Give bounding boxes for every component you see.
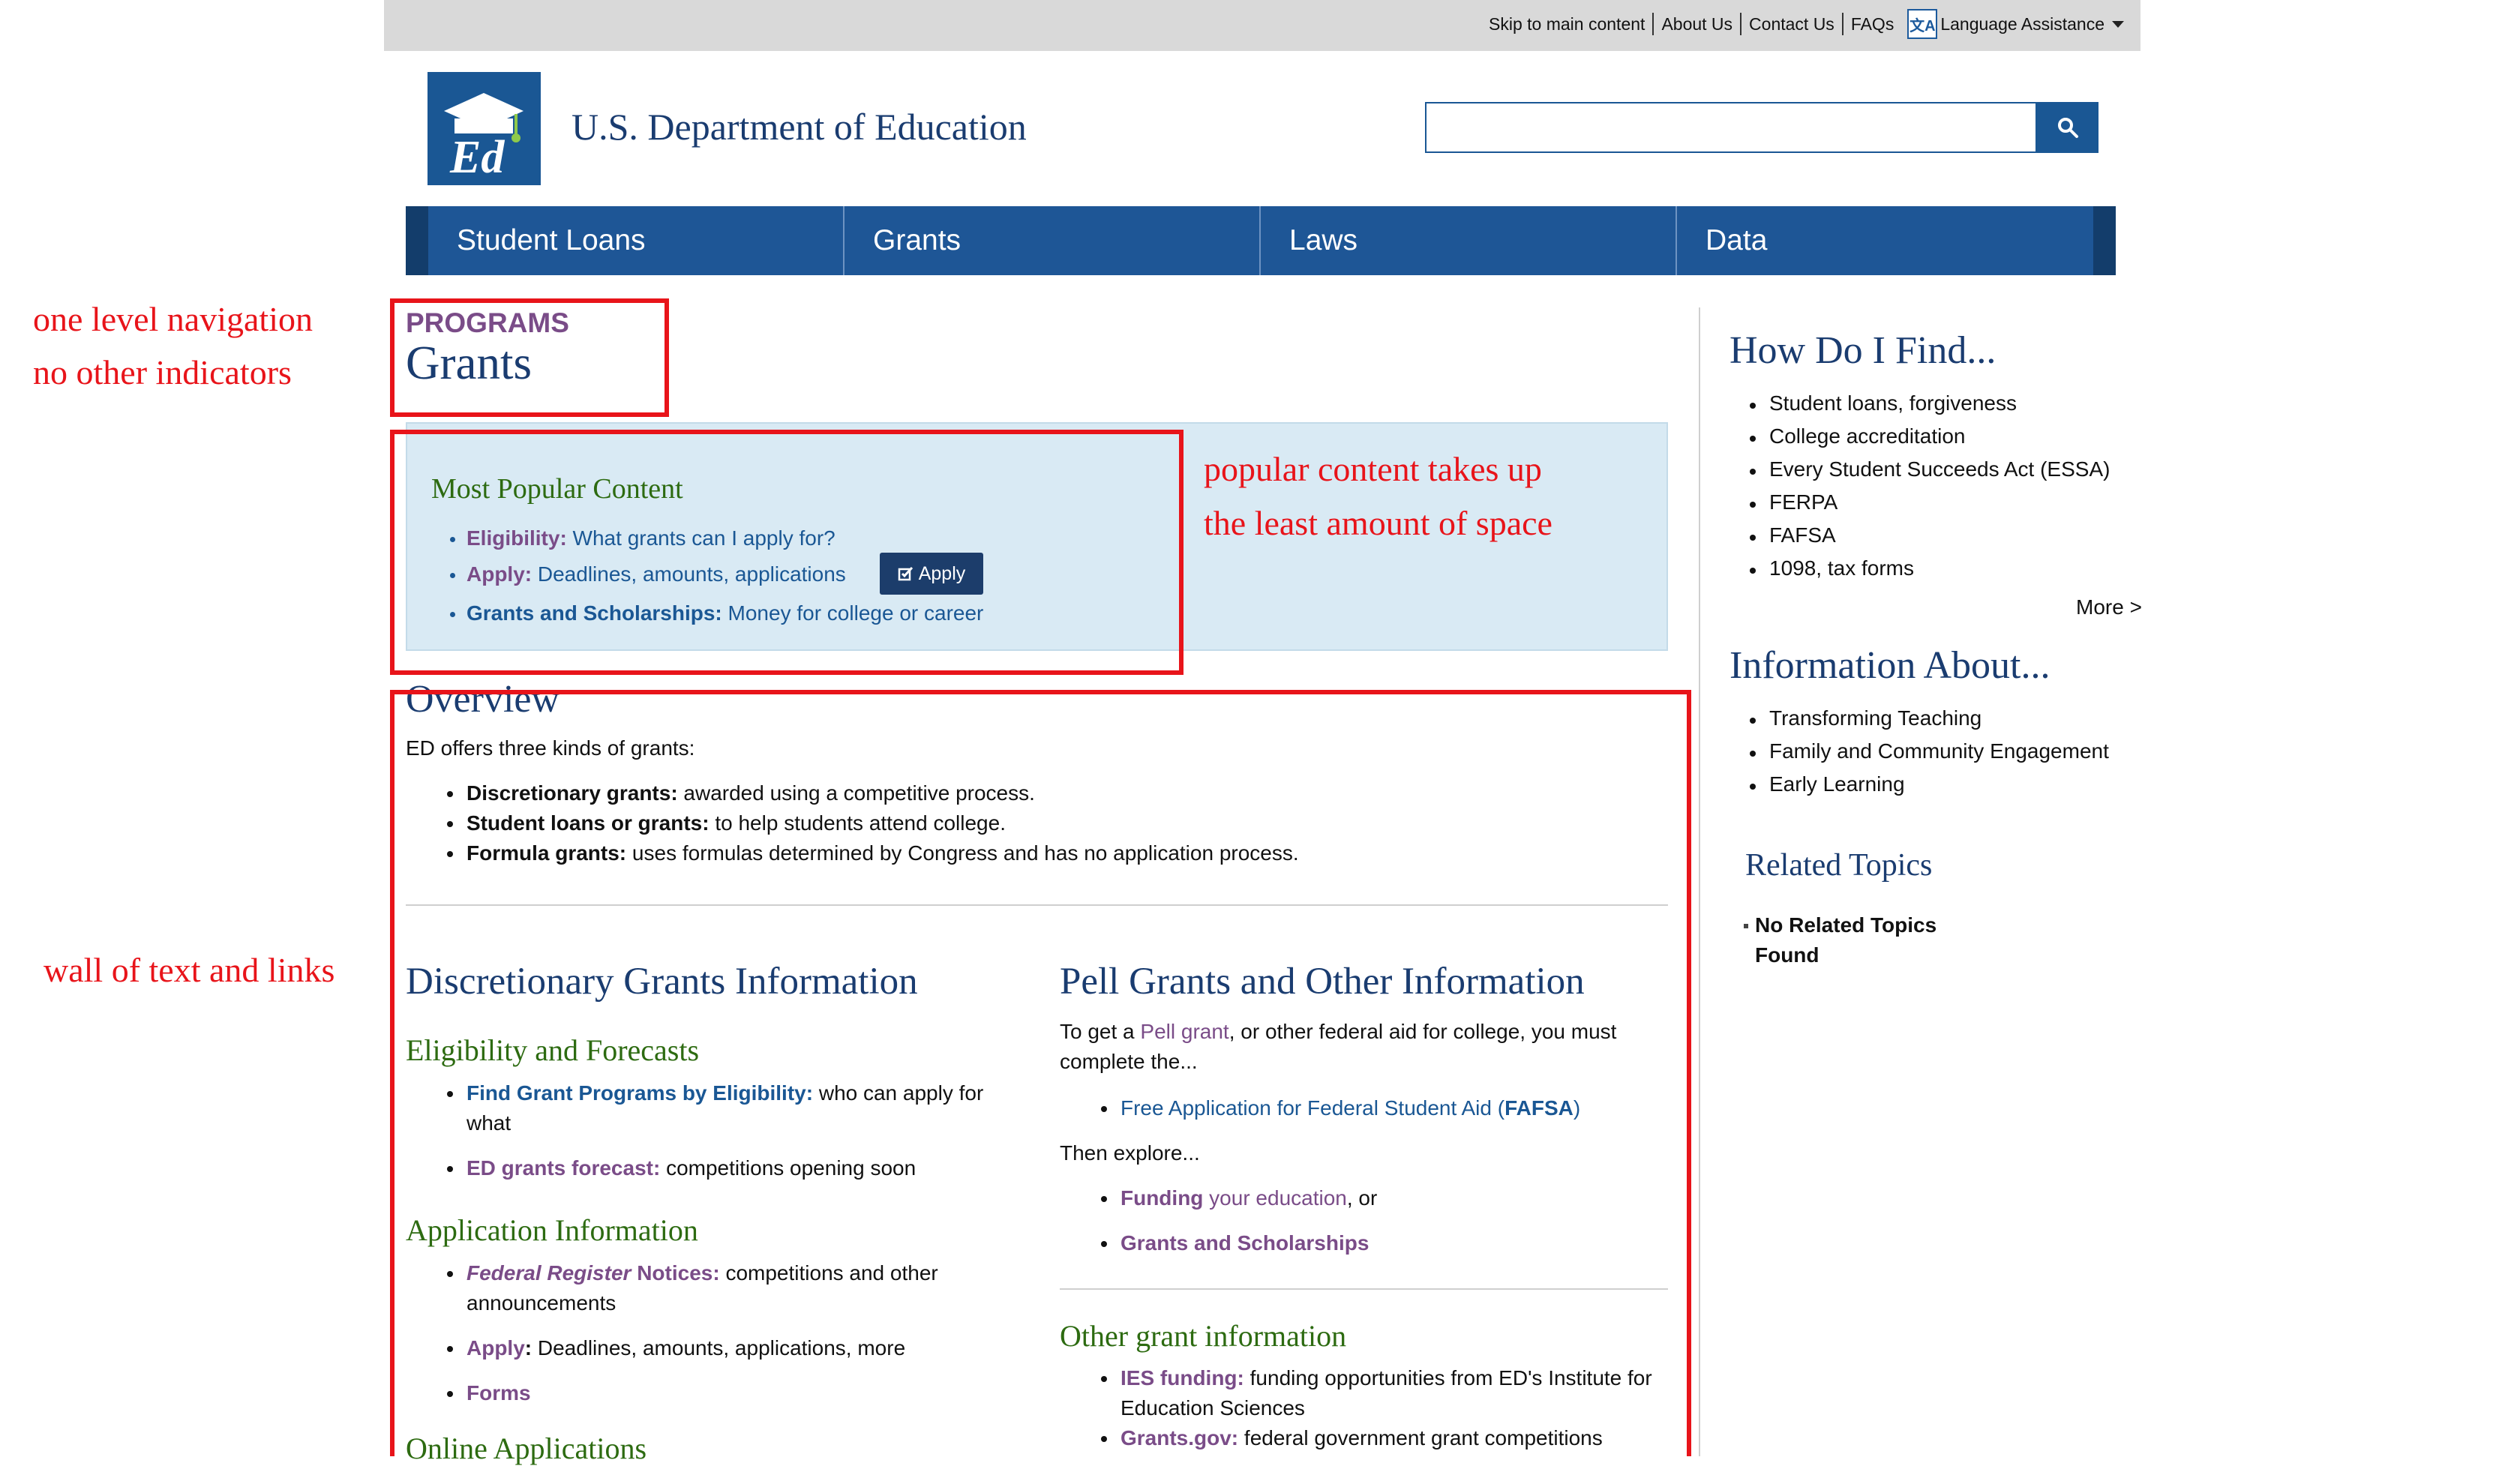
utility-links: Skip to main content About Us Contact Us… xyxy=(1481,9,2124,39)
annotation-wall: wall of text and links xyxy=(44,951,335,989)
site-title[interactable]: U.S. Department of Education xyxy=(572,105,1027,148)
caret-down-icon xyxy=(2112,20,2124,28)
ed-logo[interactable]: Ed xyxy=(428,72,541,185)
square-bullet-icon xyxy=(1744,924,1748,928)
annotation-nav-a: one level navigation xyxy=(33,300,313,338)
find-item[interactable]: Every Student Succeeds Act (ESSA) xyxy=(1749,457,2110,481)
find-item[interactable]: Student loans, forgiveness xyxy=(1750,391,2017,415)
how-do-i-find-title: How Do I Find... xyxy=(1730,329,1996,372)
nav-student-loans[interactable]: Student Loans xyxy=(428,206,844,275)
sidebar-divider xyxy=(1699,307,1700,1456)
utility-bar: Skip to main content About Us Contact Us… xyxy=(384,0,2140,51)
annotation-box-wall xyxy=(390,690,1691,1456)
annotation-popular-a: popular content takes up xyxy=(1204,450,1542,488)
info-item[interactable]: Early Learning xyxy=(1750,772,1905,796)
search-input[interactable] xyxy=(1425,102,2037,153)
language-assistance-menu[interactable]: 文A Language Assistance xyxy=(1901,9,2124,39)
related-topics-empty-cont: Found xyxy=(1755,943,1820,967)
info-item[interactable]: Transforming Teaching xyxy=(1749,706,1982,730)
contact-link[interactable]: Contact Us xyxy=(1742,13,1844,35)
nav-data[interactable]: Data xyxy=(1677,206,2093,275)
language-label: Language Assistance xyxy=(1940,13,2104,34)
information-about-title: Information About... xyxy=(1730,644,2050,687)
find-item[interactable]: 1098, tax forms xyxy=(1750,556,1914,580)
about-link[interactable]: About Us xyxy=(1654,13,1742,35)
related-topics-empty: No Related Topics xyxy=(1755,913,1937,937)
svg-text:Ed: Ed xyxy=(449,132,505,183)
annotation-popular-b: the least amount of space xyxy=(1204,504,1552,542)
find-item[interactable]: College accreditation xyxy=(1750,424,1966,448)
info-item[interactable]: Family and Community Engagement xyxy=(1750,739,2109,763)
annotation-box-title xyxy=(390,298,669,417)
nav-laws[interactable]: Laws xyxy=(1261,206,1677,275)
annotation-box-popular xyxy=(390,430,1184,675)
search-icon xyxy=(2058,118,2078,138)
search-button[interactable] xyxy=(2037,102,2098,153)
find-item[interactable]: FAFSA xyxy=(1750,523,1836,547)
main-navigation: Student Loans Grants Laws Data xyxy=(406,206,2116,275)
annotation-nav-b: no other indicators xyxy=(33,353,292,391)
language-icon: 文A xyxy=(1907,9,1938,39)
faqs-link[interactable]: FAQs xyxy=(1844,13,1902,35)
skip-link[interactable]: Skip to main content xyxy=(1481,13,1654,35)
find-item[interactable]: FERPA xyxy=(1749,490,1838,514)
nav-grants[interactable]: Grants xyxy=(844,206,1261,275)
related-topics-title: Related Topics xyxy=(1745,848,1933,883)
more-link[interactable]: More > xyxy=(2076,595,2142,619)
